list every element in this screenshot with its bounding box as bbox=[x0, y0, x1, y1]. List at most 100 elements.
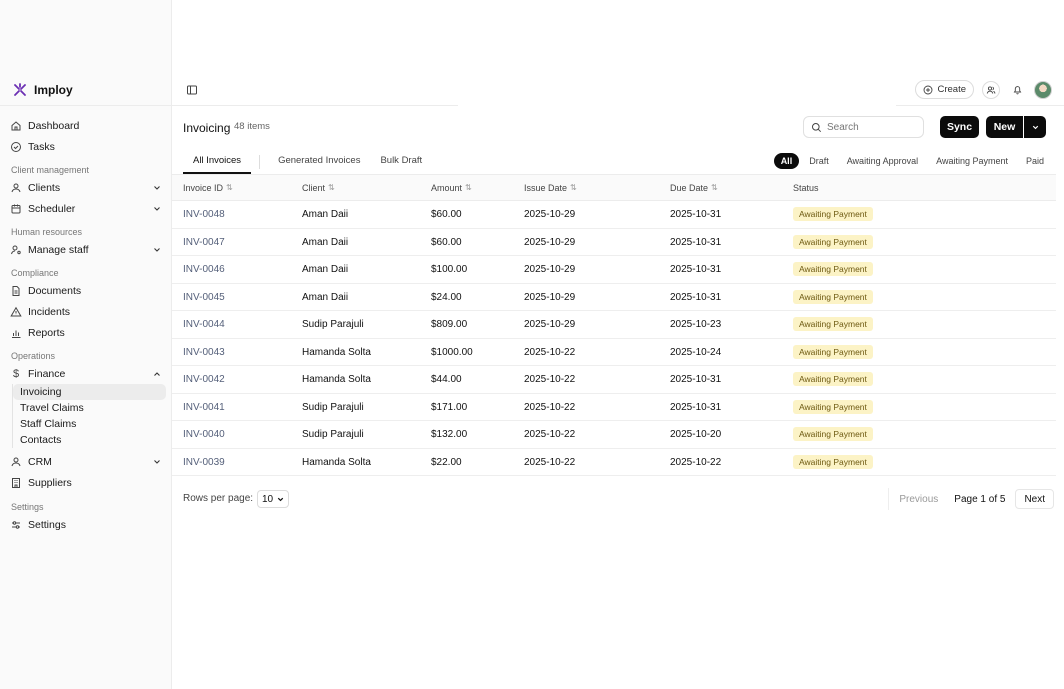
users-icon bbox=[986, 85, 996, 94]
next-page-button[interactable]: Next bbox=[1015, 489, 1054, 509]
create-label: Create bbox=[937, 84, 966, 95]
new-dropdown-button[interactable] bbox=[1024, 116, 1046, 138]
brand[interactable]: Imploy bbox=[12, 82, 73, 98]
filter-awaiting-approval[interactable]: Awaiting Approval bbox=[839, 153, 926, 169]
finance-submenu: Invoicing Travel Claims Staff Claims Con… bbox=[12, 384, 172, 448]
table-row[interactable]: INV-0041 Sudip Parajuli $171.00 2025-10-22 2… bbox=[172, 394, 1056, 421]
rows-per-page-select[interactable]: 10 bbox=[257, 490, 289, 508]
due-date-cell: 2025-10-31 bbox=[670, 264, 722, 275]
invoice-id-cell[interactable]: INV-0041 bbox=[183, 394, 225, 421]
filter-awaiting-payment[interactable]: Awaiting Payment bbox=[928, 153, 1016, 169]
issue-date-cell: 2025-10-29 bbox=[524, 264, 576, 275]
column-header-issue-date[interactable]: Issue Date ⇅ bbox=[524, 175, 577, 201]
notifications-button[interactable] bbox=[1008, 80, 1026, 99]
table-row[interactable]: INV-0046 Aman Daii $100.00 2025-10-29 2025-1… bbox=[172, 256, 1056, 284]
previous-page-button[interactable]: Previous bbox=[889, 494, 948, 505]
column-header-label: Issue Date bbox=[524, 183, 568, 193]
column-header-due-date[interactable]: Due Date ⇅ bbox=[670, 175, 718, 201]
table-row[interactable]: INV-0040 Sudip Parajuli $132.00 2025-10-22 2… bbox=[172, 421, 1056, 449]
column-header-amount[interactable]: Amount ⇅ bbox=[431, 175, 472, 201]
sort-icon: ⇅ bbox=[465, 183, 472, 192]
invoice-id-cell[interactable]: INV-0046 bbox=[183, 256, 225, 283]
sidebar-toggle-icon[interactable] bbox=[186, 84, 198, 96]
user-key-icon bbox=[10, 244, 22, 256]
invoice-id-cell[interactable]: INV-0042 bbox=[183, 366, 225, 393]
sidebar-subitem-travel-claims[interactable]: Travel Claims bbox=[13, 400, 166, 416]
issue-date-cell: 2025-10-22 bbox=[524, 456, 576, 468]
table-row[interactable]: INV-0043 Hamanda Solta $1000.00 2025-10-22 2… bbox=[172, 339, 1056, 366]
sidebar-item-clients[interactable]: Clients bbox=[0, 177, 172, 198]
table-row[interactable]: INV-0042 Hamanda Solta $44.00 2025-10-22 202… bbox=[172, 366, 1056, 394]
sidebar-subitem-contacts[interactable]: Contacts bbox=[13, 432, 166, 448]
sidebar-item-label: Finance bbox=[28, 367, 66, 380]
tab-generated-invoices[interactable]: Generated Invoices bbox=[268, 150, 370, 174]
sidebar-item-documents[interactable]: Documents bbox=[0, 280, 172, 301]
status-badge: Awaiting Payment bbox=[793, 234, 873, 249]
status-badge: Awaiting Payment bbox=[793, 289, 873, 304]
sidebar-item-dashboard[interactable]: Dashboard bbox=[0, 115, 172, 136]
column-header-label: Due Date bbox=[670, 183, 709, 193]
column-header-client[interactable]: Client ⇅ bbox=[302, 175, 335, 201]
search-input[interactable] bbox=[827, 121, 917, 133]
sidebar-item-scheduler[interactable]: Scheduler bbox=[0, 198, 172, 219]
new-button[interactable]: New bbox=[986, 116, 1023, 138]
column-header-invoice-id[interactable]: Invoice ID ⇅ bbox=[183, 175, 233, 201]
invoice-id-cell[interactable]: INV-0045 bbox=[183, 284, 225, 311]
issue-date-cell: 2025-10-29 bbox=[524, 236, 576, 248]
tab-all-invoices[interactable]: All Invoices bbox=[183, 150, 252, 174]
chevron-up-icon bbox=[154, 371, 160, 376]
issue-date-cell: 2025-10-22 bbox=[524, 346, 576, 358]
invoice-id-cell[interactable]: INV-0048 bbox=[183, 201, 225, 228]
invoice-id-cell[interactable]: INV-0047 bbox=[183, 229, 225, 256]
avatar[interactable] bbox=[1034, 80, 1052, 99]
team-button[interactable] bbox=[982, 80, 1000, 99]
client-cell: Aman Daii bbox=[302, 236, 349, 248]
sidebar-item-finance[interactable]: $ Finance bbox=[0, 363, 172, 384]
chevron-down-icon bbox=[277, 497, 284, 501]
status-cell: Awaiting Payment bbox=[793, 339, 873, 366]
plus-circle-icon bbox=[924, 85, 933, 94]
table-row[interactable]: INV-0045 Aman Daii $24.00 2025-10-29 2025-10… bbox=[172, 284, 1056, 311]
filter-all[interactable]: All bbox=[773, 153, 800, 169]
tab-bulk-draft[interactable]: Bulk Draft bbox=[370, 150, 432, 174]
invoice-id-cell[interactable]: INV-0043 bbox=[183, 339, 225, 366]
sidebar-item-tasks[interactable]: Tasks bbox=[0, 136, 172, 157]
create-button[interactable]: Create bbox=[915, 80, 974, 99]
table-row[interactable]: INV-0047 Aman Daii $60.00 2025-10-29 2025-10… bbox=[172, 229, 1056, 256]
client-cell: Hamanda Solta bbox=[302, 456, 371, 468]
sidebar-item-label: Reports bbox=[28, 326, 65, 339]
amount-cell: $171.00 bbox=[431, 401, 468, 413]
invoice-id-cell[interactable]: INV-0039 bbox=[183, 449, 225, 476]
building-icon bbox=[10, 477, 22, 489]
search-box[interactable] bbox=[803, 116, 924, 138]
filter-draft[interactable]: Draft bbox=[801, 153, 837, 169]
table-row[interactable]: INV-0039 Hamanda Solta $22.00 2025-10-22 202… bbox=[172, 449, 1056, 476]
client-cell: Aman Daii bbox=[302, 291, 349, 303]
filter-paid[interactable]: Paid bbox=[1018, 153, 1052, 169]
sidebar-item-suppliers[interactable]: Suppliers bbox=[0, 472, 172, 493]
amount-cell: $22.00 bbox=[431, 456, 462, 468]
section-human-resources: Human resources bbox=[11, 227, 83, 237]
section-client-management: Client management bbox=[11, 165, 90, 175]
sidebar-item-crm[interactable]: CRM bbox=[0, 451, 172, 472]
chevron-down-icon bbox=[154, 459, 160, 464]
sidebar-item-incidents[interactable]: Incidents bbox=[0, 301, 172, 322]
sidebar-subitem-staff-claims[interactable]: Staff Claims bbox=[13, 416, 166, 432]
table-row[interactable]: INV-0044 Sudip Parajuli $809.00 2025-10-29 2… bbox=[172, 311, 1056, 339]
sync-button[interactable]: Sync bbox=[940, 116, 979, 138]
status-badge: Awaiting Payment bbox=[793, 399, 873, 414]
sidebar-subitem-invoicing[interactable]: Invoicing bbox=[13, 384, 166, 400]
sidebar-item-label: Clients bbox=[28, 181, 61, 194]
sidebar-item-settings[interactable]: Settings bbox=[0, 514, 172, 535]
chevron-down-icon bbox=[154, 185, 160, 190]
invoice-id-cell[interactable]: INV-0044 bbox=[183, 311, 225, 338]
home-icon bbox=[10, 120, 22, 132]
due-date-cell: 2025-10-31 bbox=[670, 401, 722, 413]
table-row[interactable]: INV-0048 Aman Daii $60.00 2025-10-29 2025-10… bbox=[172, 201, 1056, 229]
due-date-cell: 2025-10-31 bbox=[670, 209, 722, 220]
due-date-cell: 2025-10-31 bbox=[670, 236, 722, 248]
invoice-id-cell[interactable]: INV-0040 bbox=[183, 421, 225, 448]
logo-icon bbox=[14, 83, 26, 96]
sidebar-item-manage-staff[interactable]: Manage staff bbox=[0, 239, 172, 260]
sidebar-item-reports[interactable]: Reports bbox=[0, 322, 172, 343]
